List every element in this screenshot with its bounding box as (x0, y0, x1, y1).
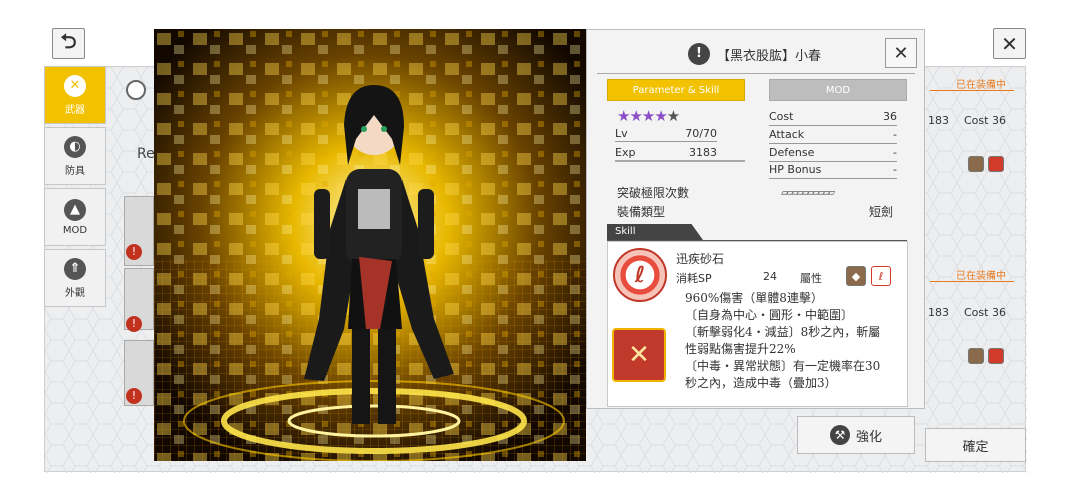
stat-value: - (893, 163, 897, 176)
tab-label: MOD (825, 84, 851, 96)
back-button[interactable]: ⮌ (52, 28, 85, 59)
exp-bar (615, 160, 745, 162)
skill-desc-line: 秒之內，造成中毒（疊加3） (685, 376, 837, 390)
attribute-label: 屬性 (800, 272, 822, 285)
back-arrow-icon: ⮌ (60, 28, 77, 53)
sp-value: 24 (763, 270, 777, 283)
tab-label: Parameter & Skill (632, 84, 720, 96)
close-screen-button[interactable]: ✕ (993, 28, 1026, 59)
divider (930, 281, 1014, 282)
slash-attribute-icon: ℓ (871, 266, 891, 286)
equip-type-value: 短劍 (869, 205, 894, 219)
hammer-icon: ⚒ (829, 425, 850, 445)
skill-description: 960%傷害（單體8連擊） 〔自身為中心・圓形・中範圍〕 〔斬擊弱化4・減益〕8… (685, 290, 880, 392)
appearance-icon: ⇑ (64, 257, 86, 280)
sidebar-item-label: 武器 (65, 104, 85, 116)
info-icon: ! (688, 43, 710, 65)
dialog-title: 【黑衣股肱】小春 (717, 49, 822, 64)
rarity-stars: ★★★★★ (617, 107, 680, 125)
material-icon (968, 156, 984, 172)
stat-value: - (893, 146, 897, 159)
stat-label: HP Bonus (769, 163, 822, 176)
enhance-button[interactable]: ⚒ 強化 (797, 416, 915, 454)
skill-desc-line: 〔中毒・異常狀態〕有一定機率在30 (685, 359, 881, 373)
tab-mod[interactable]: MOD (769, 79, 907, 101)
stat-value: 70/70 (685, 127, 717, 140)
divider (769, 161, 897, 162)
skill-icon[interactable]: ℓ (613, 248, 667, 302)
sidebar-item-weapon[interactable]: ✕ 武器 (44, 66, 106, 124)
divider (769, 143, 897, 144)
alert-icon: ! (126, 388, 142, 404)
skill-desc-line: 960%傷害（單體8連擊） (685, 291, 823, 305)
sidebar-item-armor[interactable]: ◐ 防具 (44, 127, 106, 185)
attribute-icon (988, 348, 1004, 364)
armor-icon: ◐ (64, 135, 86, 158)
stat-label: Attack (769, 128, 805, 141)
stats-block: Cost 36 Attack - Defense - HP Bonus - (769, 110, 897, 180)
breakthrough-slots: ▱▱▱▱▱▱▱▱▱▱ (781, 185, 835, 199)
item-cost: Cost 36 (964, 114, 1006, 127)
stat-value: 36 (883, 110, 897, 123)
character-artwork (154, 29, 586, 461)
sidebar-item-label: 防具 (65, 165, 85, 177)
attribute-icon (988, 156, 1004, 172)
skill-desc-line: 〔斬擊弱化4・減益〕8秒之內，斬屬 (685, 325, 881, 339)
sidebar-item-label: 外觀 (65, 287, 85, 299)
sidebar-item-mod[interactable]: ▲ MOD (44, 188, 106, 246)
equipped-tag: 已在装備中 (956, 271, 1006, 282)
tab-parameter-skill[interactable]: Parameter & Skill (607, 79, 745, 101)
star-icon: ★ (666, 107, 680, 125)
confirm-label: 確定 (962, 439, 989, 455)
divider (769, 125, 897, 126)
item-detail-dialog: ! 【黑衣股肱】小春 ✕ Parameter & Skill MOD ★★★★★… (586, 29, 925, 409)
sp-label: 消耗SP (676, 272, 712, 285)
close-icon: ✕ (1001, 31, 1018, 56)
exp-row: Exp 3183 (615, 146, 717, 159)
lv-row: Lv 70/70 (615, 127, 717, 140)
item-stat: 183 (928, 114, 949, 127)
weapon-icon: ✕ (64, 74, 86, 97)
filter-icon[interactable] (126, 80, 146, 100)
list-title-partial: Re (137, 146, 155, 162)
dialog-close-button[interactable]: ✕ (885, 38, 917, 68)
material-icon (968, 348, 984, 364)
item-stat: 183 (928, 306, 949, 319)
alert-icon: ! (126, 316, 142, 332)
equip-type-label: 裝備類型 (617, 205, 666, 219)
skill-name: 迅疾砂石 (676, 252, 725, 266)
sidebar-item-appearance[interactable]: ⇑ 外觀 (44, 249, 106, 307)
breakthrough-label: 突破極限次數 (617, 186, 690, 200)
stat-label: Defense (769, 146, 815, 159)
mod-icon: ▲ (64, 198, 86, 221)
alert-icon: ! (126, 244, 142, 260)
stat-value: - (893, 128, 897, 141)
divider (597, 73, 915, 74)
enhance-label: 強化 (855, 429, 882, 445)
equipped-tag: 已在装備中 (956, 80, 1006, 91)
stat-label: Cost (769, 110, 794, 123)
item-cost: Cost 36 (964, 306, 1006, 319)
divider (615, 141, 717, 142)
crossed-swords-icon: ✕ (612, 328, 666, 382)
close-icon: ✕ (893, 42, 909, 64)
skill-desc-line: 〔自身為中心・圓形・中範圍〕 (685, 308, 854, 322)
skill-tab: Skill (607, 224, 703, 240)
skill-desc-line: 性弱點傷害提升22% (685, 342, 796, 356)
stat-label: Exp (615, 146, 636, 159)
confirm-button[interactable]: 確定 (925, 428, 1026, 462)
stat-value: 3183 (689, 146, 717, 159)
skill-panel: ℓ 迅疾砂石 消耗SP 24 屬性 ◆ ℓ ✕ 960%傷害（單體8連擊） 〔自… (607, 241, 908, 407)
divider (930, 90, 1014, 91)
material-icon: ◆ (846, 266, 866, 286)
sidebar-item-label: MOD (62, 224, 88, 236)
stat-label: Lv (615, 127, 628, 140)
divider (769, 178, 897, 179)
